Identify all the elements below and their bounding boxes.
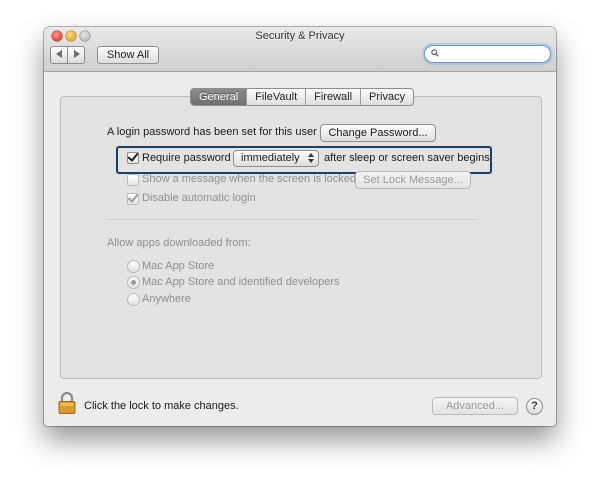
help-button[interactable]: ? <box>526 398 543 415</box>
forward-button[interactable] <box>68 46 85 64</box>
popup-arrows-icon <box>308 153 314 163</box>
disable-auto-login-checkbox[interactable] <box>127 193 139 205</box>
back-arrow-icon <box>56 50 62 58</box>
title-bar: Security & Privacy Show All <box>44 27 556 72</box>
tab-general[interactable]: General <box>191 89 247 105</box>
change-password-button[interactable]: Change Password... <box>320 124 436 142</box>
advanced-button[interactable]: Advanced... <box>432 397 518 415</box>
show-all-button[interactable]: Show All <box>97 46 159 64</box>
require-password-delay-value: immediately <box>241 152 300 164</box>
search-field[interactable] <box>424 45 551 63</box>
radio-mac-app-store[interactable] <box>127 260 140 273</box>
radio-identified-developers[interactable] <box>127 276 140 289</box>
set-lock-message-button[interactable]: Set Lock Message... <box>355 171 471 189</box>
preferences-window: Security & Privacy Show All General File… <box>44 27 556 426</box>
search-icon <box>431 49 439 57</box>
radio-mac-app-store-label: Mac App Store <box>142 260 215 272</box>
radio-anywhere-label: Anywhere <box>142 293 191 305</box>
require-password-delay-select[interactable]: immediately <box>233 150 319 167</box>
tab-firewall[interactable]: Firewall <box>305 89 360 105</box>
radio-anywhere[interactable] <box>127 293 140 306</box>
radio-identified-developers-label: Mac App Store and identified developers <box>142 276 340 288</box>
forward-arrow-icon <box>74 50 80 58</box>
disable-auto-login-label: Disable automatic login <box>142 192 256 204</box>
back-button[interactable] <box>50 46 68 64</box>
show-message-checkbox[interactable] <box>127 174 139 186</box>
lock-text: Click the lock to make changes. <box>84 400 239 412</box>
tab-bar: General FileVault Firewall Privacy <box>190 88 415 106</box>
downloads-heading: Allow apps downloaded from: <box>107 237 251 249</box>
require-password-checkbox[interactable] <box>127 152 139 164</box>
tab-filevault[interactable]: FileVault <box>246 89 305 105</box>
lock-icon[interactable] <box>58 392 76 414</box>
tab-privacy[interactable]: Privacy <box>360 89 413 105</box>
require-password-label: Require password <box>142 152 231 164</box>
window-title: Security & Privacy <box>255 30 345 42</box>
login-password-text: A login password has been set for this u… <box>107 126 317 138</box>
show-message-label: Show a message when the screen is locked <box>142 173 357 185</box>
section-divider <box>106 219 478 220</box>
after-sleep-text: after sleep or screen saver begins <box>324 152 490 164</box>
